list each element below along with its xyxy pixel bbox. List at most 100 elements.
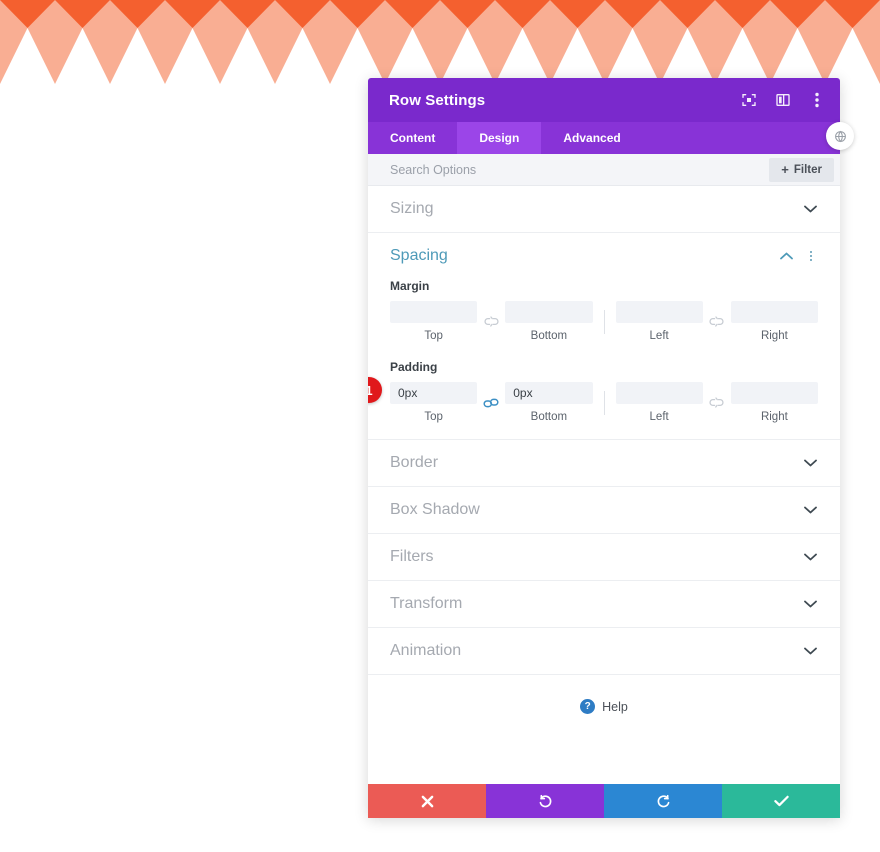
page-title: Row Settings <box>389 91 486 109</box>
padding-label: Padding <box>390 360 438 374</box>
padding-bottom-cell: Bottom <box>505 382 593 423</box>
padding-group: 1 Padding Top <box>368 360 818 423</box>
check-icon <box>773 795 789 807</box>
tab-content[interactable]: Content <box>368 122 457 154</box>
section-spacing-more-icon[interactable] <box>804 248 818 264</box>
padding-horizontal-link-broken-icon[interactable] <box>703 392 731 414</box>
cancel-button[interactable] <box>368 784 486 818</box>
section-transform-title: Transform <box>390 595 463 612</box>
search-input[interactable] <box>390 154 770 185</box>
padding-right-cell: Right <box>730 382 818 423</box>
margin-left-cell: Left <box>615 301 703 342</box>
margin-top-caption: Top <box>424 330 443 342</box>
margin-right-cell: Right <box>730 301 818 342</box>
padding-right-input[interactable] <box>730 382 818 404</box>
focus-icon[interactable] <box>740 91 758 109</box>
section-transform-header[interactable]: Transform <box>390 581 818 627</box>
redo-button[interactable] <box>604 784 722 818</box>
section-box-shadow-title: Box Shadow <box>390 501 480 518</box>
section-spacing-header[interactable]: Spacing <box>390 233 818 279</box>
margin-bottom-cell: Bottom <box>505 301 593 342</box>
chevron-down-icon[interactable] <box>802 201 818 217</box>
layout-panel-icon[interactable] <box>774 91 792 109</box>
page-root: Row Settings Content Design Advanced Sea… <box>0 0 880 852</box>
chevron-down-icon[interactable] <box>802 549 818 565</box>
padding-left-caption: Left <box>649 411 669 423</box>
padding-horizontal-pair: Left Right <box>615 382 818 423</box>
redo-icon <box>657 794 669 807</box>
section-spacing: Spacing Margin Top Bottom Left Right 1 P… <box>368 233 840 440</box>
filter-button-label: Filter <box>793 163 822 176</box>
undo-button[interactable] <box>486 784 604 818</box>
action-bar <box>368 784 840 818</box>
chevron-down-icon[interactable] <box>802 502 818 518</box>
more-vertical-icon[interactable] <box>808 91 826 109</box>
margin-bottom-input[interactable] <box>505 301 593 323</box>
section-animation-title: Animation <box>390 642 462 659</box>
undo-icon <box>539 794 551 807</box>
padding-right-caption: Right <box>760 411 788 423</box>
chevron-up-icon[interactable] <box>778 248 794 264</box>
margin-vertical-link-broken-icon[interactable] <box>477 311 505 333</box>
margin-top-cell: Top <box>390 301 478 342</box>
margin-label: Margin <box>390 279 430 293</box>
margin-vertical-pair: Top Bottom <box>390 301 593 342</box>
settings-body: Sizing Spacing Margin Top Bottom Left Ri… <box>368 186 840 784</box>
padding-top-input[interactable] <box>390 382 478 404</box>
close-icon <box>421 795 433 807</box>
section-transform: Transform <box>368 581 840 628</box>
header-icon-group <box>740 91 826 109</box>
padding-vertical-pair: Top Bottom <box>390 382 593 423</box>
help-link[interactable]: ? Help <box>368 675 840 714</box>
section-spacing-title: Spacing <box>390 247 448 264</box>
section-filters-title: Filters <box>390 548 434 565</box>
padding-divider <box>603 390 605 415</box>
margin-bottom-caption: Bottom <box>530 330 568 342</box>
padding-vertical-link-connected-icon[interactable] <box>477 392 505 414</box>
margin-horizontal-link-broken-icon[interactable] <box>703 311 731 333</box>
padding-left-cell: Left <box>615 382 703 423</box>
margin-left-input[interactable] <box>615 301 703 323</box>
margin-horizontal-pair: Left Right <box>615 301 818 342</box>
section-animation: Animation <box>368 628 840 675</box>
section-border-title: Border <box>390 454 439 471</box>
margin-right-input[interactable] <box>730 301 818 323</box>
padding-top-cell: Top <box>390 382 478 423</box>
search-row: + Filter <box>368 154 840 186</box>
section-filters-header[interactable]: Filters <box>390 534 818 580</box>
plus-icon: + <box>781 162 789 177</box>
padding-quad: Top Bottom <box>390 382 818 423</box>
padding-bottom-caption: Bottom <box>530 411 568 423</box>
section-box-shadow: Box Shadow <box>368 487 840 534</box>
margin-right-caption: Right <box>760 330 788 342</box>
section-border-header[interactable]: Border <box>390 440 818 486</box>
padding-left-input[interactable] <box>615 382 703 404</box>
margin-divider <box>603 309 605 334</box>
chevron-down-icon[interactable] <box>802 643 818 659</box>
spacing-fields: Margin Top Bottom Left Right 1 Padding 0… <box>368 279 818 439</box>
section-sizing-header[interactable]: Sizing <box>390 186 818 232</box>
chevron-down-icon[interactable] <box>802 596 818 612</box>
modal-header: Row Settings <box>368 78 840 122</box>
margin-left-caption: Left <box>649 330 669 342</box>
section-border: Border <box>368 440 840 487</box>
margin-top-input[interactable] <box>390 301 478 323</box>
section-sizing: Sizing <box>368 186 840 233</box>
padding-bottom-input[interactable] <box>505 382 593 404</box>
help-label: Help <box>602 699 628 714</box>
drag-handle-icon[interactable] <box>826 122 854 150</box>
tab-advanced[interactable]: Advanced <box>541 122 642 154</box>
margin-group: Margin Top Bottom Left Right <box>390 279 818 342</box>
row-settings-modal: Row Settings Content Design Advanced Sea… <box>368 78 854 818</box>
section-filters: Filters <box>368 534 840 581</box>
help-question-icon: ? <box>580 699 596 714</box>
filter-button[interactable]: + Filter <box>769 157 834 182</box>
section-sizing-title: Sizing <box>390 200 434 217</box>
step-badge-1: 1 <box>368 377 382 403</box>
tab-design[interactable]: Design <box>457 122 542 154</box>
save-button[interactable] <box>722 784 840 818</box>
section-animation-header[interactable]: Animation <box>390 628 818 674</box>
section-box-shadow-header[interactable]: Box Shadow <box>390 487 818 533</box>
chevron-down-icon[interactable] <box>802 455 818 471</box>
diamond-chevron-pattern <box>0 0 880 84</box>
